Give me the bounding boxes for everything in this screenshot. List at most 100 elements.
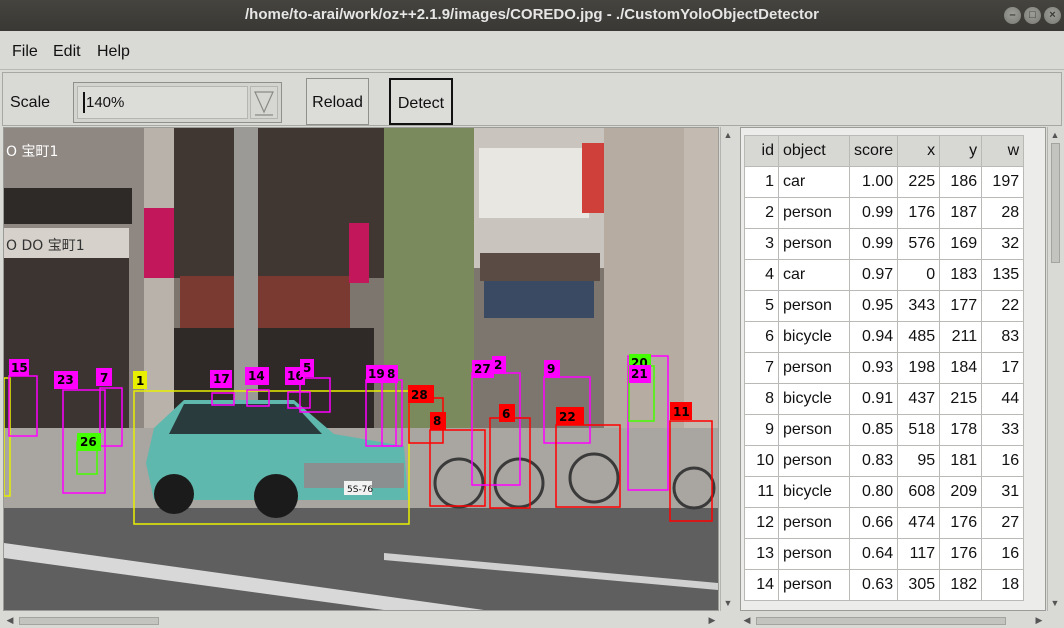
table-row[interactable]: 5 person 0.95 343 177 22	[744, 290, 1025, 322]
menu-file[interactable]: File	[12, 43, 38, 61]
menu-help[interactable]: Help	[97, 43, 130, 61]
cell-score: 0.93	[848, 352, 899, 384]
table-row[interactable]: 11 bicycle 0.80 608 209 31	[744, 476, 1025, 508]
cell-x: 176	[897, 197, 941, 229]
cell-x: 305	[897, 569, 941, 601]
table-horizontal-scrollbar[interactable]: ◀ ▶	[740, 613, 1046, 628]
scroll-right-arrow-icon[interactable]: ▶	[1032, 613, 1046, 627]
table-hscroll-thumb[interactable]	[756, 617, 1006, 625]
label-28: 28	[411, 388, 428, 402]
label-5: 5	[303, 361, 311, 375]
cell-x: 474	[897, 507, 941, 539]
column-header-score[interactable]: score	[848, 135, 899, 167]
label-9: 9	[547, 362, 555, 376]
column-header-y[interactable]: y	[939, 135, 983, 167]
table-row[interactable]: 13 person 0.64 117 176 16	[744, 538, 1025, 570]
sign-text: O 宝町1	[6, 144, 58, 160]
cell-object: person	[778, 445, 850, 477]
scale-label: Scale	[10, 94, 51, 111]
reload-button[interactable]: Reload	[306, 78, 369, 125]
column-header-id[interactable]: id	[744, 135, 779, 167]
scroll-up-arrow-icon[interactable]: ▲	[1048, 128, 1062, 142]
cell-score: 0.95	[848, 290, 899, 322]
cell-object: person	[778, 352, 850, 384]
cell-w: 44	[981, 383, 1025, 415]
table-row[interactable]: 3 person 0.99 576 169 32	[744, 228, 1025, 260]
scroll-left-arrow-icon[interactable]: ◀	[740, 613, 754, 627]
detect-button[interactable]: Detect	[389, 78, 453, 125]
dropdown-arrow-icon[interactable]	[250, 86, 278, 119]
image-hscroll-thumb[interactable]	[19, 617, 159, 625]
table-row[interactable]: 8 bicycle 0.91 437 215 44	[744, 383, 1025, 415]
cell-x: 225	[897, 166, 941, 198]
minimize-icon[interactable]: –	[1004, 7, 1021, 24]
text-caret	[83, 92, 85, 113]
cell-y: 169	[939, 228, 983, 260]
scroll-down-arrow-icon[interactable]: ▼	[721, 596, 735, 610]
menu-edit[interactable]: Edit	[53, 43, 81, 61]
image-vertical-scrollbar[interactable]: ▲ ▼	[720, 127, 736, 611]
column-header-w[interactable]: w	[981, 135, 1025, 167]
cell-id: 14	[744, 569, 779, 601]
table-row[interactable]: 7 person 0.93 198 184 17	[744, 352, 1025, 384]
label-27: 27	[474, 362, 491, 376]
image-horizontal-scrollbar[interactable]: ◀ ▶	[3, 613, 719, 628]
scroll-up-arrow-icon[interactable]: ▲	[721, 128, 735, 142]
column-header-x[interactable]: x	[897, 135, 941, 167]
cell-score: 0.80	[848, 476, 899, 508]
scale-combobox[interactable]: 140%	[73, 82, 282, 123]
cell-y: 178	[939, 414, 983, 446]
cell-x: 437	[897, 383, 941, 415]
scroll-left-arrow-icon[interactable]: ◀	[3, 613, 17, 627]
toolbar: Scale 140% Reload Detect	[2, 72, 1062, 126]
table-row[interactable]: 10 person 0.83 95 181 16	[744, 445, 1025, 477]
cell-id: 7	[744, 352, 779, 384]
cell-object: bicycle	[778, 476, 850, 508]
table-header-row: id object score x y w	[744, 135, 1025, 167]
table-vscroll-thumb[interactable]	[1051, 143, 1060, 263]
cell-w: 16	[981, 538, 1025, 570]
table-vertical-scrollbar[interactable]: ▲ ▼	[1047, 127, 1063, 611]
cell-w: 18	[981, 569, 1025, 601]
label-17: 17	[213, 372, 230, 386]
cell-object: person	[778, 290, 850, 322]
cell-score: 1.00	[848, 166, 899, 198]
window-title: /home/to-arai/work/oz++2.1.9/images/CORE…	[244, 6, 819, 23]
cell-score: 0.97	[848, 259, 899, 291]
table-row[interactable]: 6 bicycle 0.94 485 211 83	[744, 321, 1025, 353]
cell-y: 176	[939, 538, 983, 570]
table-row[interactable]: 14 person 0.63 305 182 18	[744, 569, 1025, 601]
cell-x: 608	[897, 476, 941, 508]
cell-id: 10	[744, 445, 779, 477]
close-icon[interactable]: ×	[1044, 7, 1061, 24]
cell-id: 1	[744, 166, 779, 198]
cell-y: 211	[939, 321, 983, 353]
cell-x: 343	[897, 290, 941, 322]
label-23: 23	[57, 373, 74, 387]
cell-w: 135	[981, 259, 1025, 291]
column-header-object[interactable]: object	[778, 135, 850, 167]
label-15: 15	[11, 361, 28, 375]
table-row[interactable]: 9 person 0.85 518 178 33	[744, 414, 1025, 446]
cell-x: 0	[897, 259, 941, 291]
cell-w: 16	[981, 445, 1025, 477]
maximize-icon[interactable]: □	[1024, 7, 1041, 24]
cell-id: 13	[744, 538, 779, 570]
table-row[interactable]: 2 person 0.99 176 187 28	[744, 197, 1025, 229]
scroll-right-arrow-icon[interactable]: ▶	[705, 613, 719, 627]
image-view[interactable]: O 宝町1 O DO 宝町1 5S-76 1 15 23 7 17 14 16 …	[3, 127, 719, 611]
street-scene-image: O 宝町1 O DO 宝町1 5S-76 1 15 23 7 17 14 16 …	[4, 128, 718, 610]
label-11: 11	[673, 405, 690, 419]
cell-score: 0.99	[848, 228, 899, 260]
cell-w: 22	[981, 290, 1025, 322]
table-row[interactable]: 12 person 0.66 474 176 27	[744, 507, 1025, 539]
scale-input[interactable]: 140%	[77, 86, 248, 119]
sign-text-2: O DO 宝町1	[6, 238, 85, 254]
scroll-down-arrow-icon[interactable]: ▼	[1048, 596, 1062, 610]
table-row[interactable]: 4 car 0.97 0 183 135	[744, 259, 1025, 291]
cell-object: bicycle	[778, 321, 850, 353]
cell-y: 182	[939, 569, 983, 601]
table-row[interactable]: 1 car 1.00 225 186 197	[744, 166, 1025, 198]
scale-value: 140%	[86, 94, 125, 111]
cell-score: 0.64	[848, 538, 899, 570]
